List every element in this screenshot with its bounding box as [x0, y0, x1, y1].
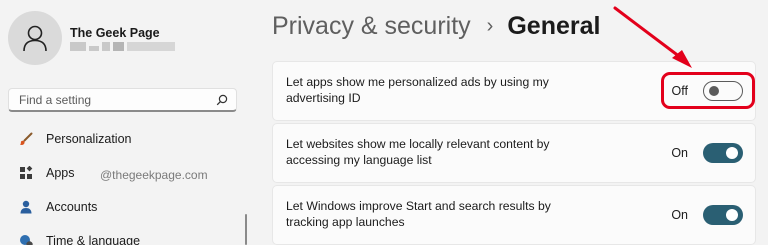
sidebar-item-label: Time & language: [46, 234, 141, 245]
sidebar-item-label: Personalization: [46, 132, 132, 146]
breadcrumb: Privacy & security › General: [272, 12, 600, 41]
toggle-switch[interactable]: [703, 205, 743, 225]
setting-description: Let websites show me locally relevant co…: [286, 137, 550, 167]
globe-clock-icon: [18, 233, 34, 245]
toggle-knob: [726, 209, 738, 221]
sidebar-item-personalization[interactable]: Personalization: [8, 124, 237, 154]
watermark: @thegeekpage.com: [100, 168, 208, 182]
toggle-state-label: On: [671, 146, 688, 160]
person-icon: [18, 199, 34, 215]
user-profile[interactable]: The Geek Page: [8, 11, 175, 65]
user-name: The Geek Page: [70, 26, 160, 40]
search-box[interactable]: Find a setting: [8, 88, 237, 112]
sidebar-item-time-language[interactable]: Time & language: [8, 226, 237, 245]
sidebar-scrollbar[interactable]: [245, 214, 247, 245]
avatar[interactable]: [8, 11, 62, 65]
brush-icon: [18, 131, 34, 147]
user-email-redacted: [70, 42, 175, 51]
toggle-knob: [726, 147, 738, 159]
user-icon: [23, 25, 47, 52]
setting-card-app-launch-tracking: Let Windows improve Start and search res…: [272, 185, 756, 245]
toggle-switch[interactable]: [703, 143, 743, 163]
sidebar-item-label: Apps: [46, 166, 75, 180]
setting-description: Let apps show me personalized ads by usi…: [286, 75, 549, 105]
sidebar-item-label: Accounts: [46, 200, 98, 214]
toggle-state-label: On: [671, 208, 688, 222]
chevron-right-icon: ›: [486, 15, 494, 37]
annotation-arrow-icon: [613, 6, 692, 68]
setting-card-local-content: Let websites show me locally relevant co…: [272, 123, 756, 183]
toggle-group: On: [671, 143, 743, 163]
setting-description: Let Windows improve Start and search res…: [286, 199, 551, 229]
sidebar: The Geek Page Find a setting Personaliza…: [0, 0, 250, 245]
search-input[interactable]: Find a setting: [19, 93, 216, 107]
apps-icon: [18, 165, 34, 181]
sidebar-item-accounts[interactable]: Accounts: [8, 192, 237, 222]
page-title: General: [507, 12, 601, 40]
search-icon[interactable]: [216, 94, 228, 106]
toggle-group: On: [671, 205, 743, 225]
breadcrumb-parent[interactable]: Privacy & security: [272, 12, 471, 41]
